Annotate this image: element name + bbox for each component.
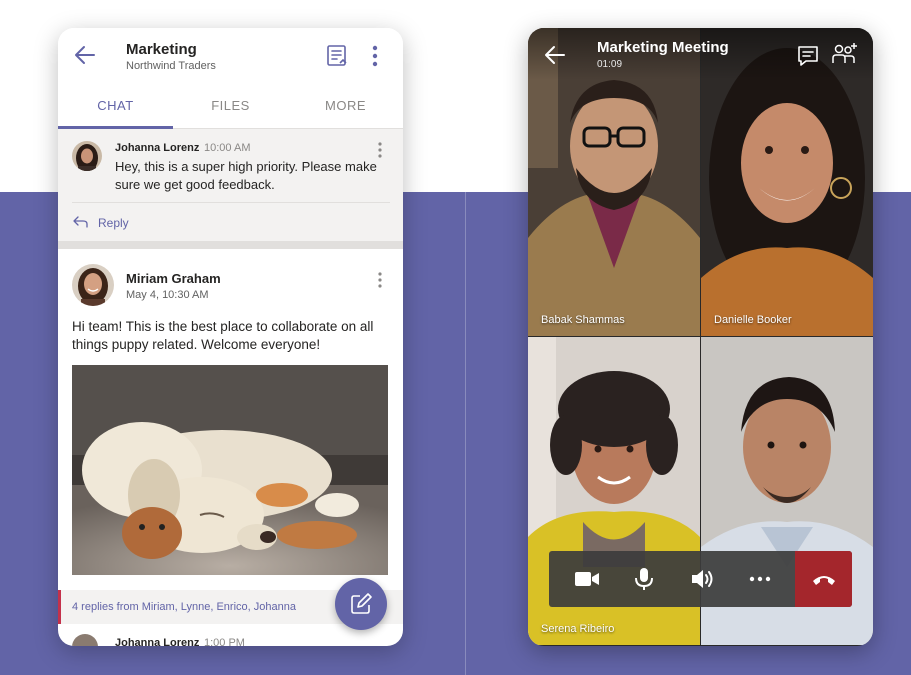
mute-button[interactable] [615, 551, 673, 607]
message-more-icon[interactable] [374, 141, 386, 159]
speaker-button[interactable] [673, 551, 731, 607]
chat-icon[interactable] [796, 44, 820, 68]
hang-up-icon [813, 576, 835, 585]
message-author: Johanna Lorenz [115, 142, 200, 154]
microphone-icon [635, 568, 653, 590]
call-screen: Babak Shammas Danielle Booker Serena Rib… [528, 28, 873, 646]
channel-title: Marketing [126, 41, 197, 58]
reply-button[interactable]: Reply [98, 216, 129, 230]
chat-screen: Marketing Northwind Traders CHAT FILES M… [58, 28, 403, 646]
participant-name: Babak Shammas [541, 314, 625, 326]
video-toggle-button[interactable] [557, 551, 615, 607]
more-options-icon[interactable] [365, 44, 385, 68]
message-card: Johanna Lorenz 10:00 AM Hey, this is a s… [58, 129, 403, 241]
chat-header: Marketing Northwind Traders [58, 28, 403, 82]
compose-button[interactable] [335, 578, 387, 630]
background-divider [465, 192, 466, 675]
thread-separator [58, 241, 403, 249]
participant-name: Danielle Booker [714, 314, 792, 326]
reply-icon[interactable] [72, 215, 88, 229]
add-people-icon[interactable] [831, 41, 859, 67]
back-arrow-icon[interactable] [72, 42, 98, 68]
message-time: 10:00 AM [204, 142, 251, 154]
call-controls [549, 551, 852, 607]
priority-accent [58, 590, 61, 624]
more-icon [749, 576, 771, 582]
avatar[interactable] [72, 634, 98, 646]
speaker-icon [692, 570, 713, 588]
message-text: Hi team! This is the best place to colla… [72, 319, 374, 352]
message-time: May 4, 10:30 AM [126, 289, 209, 301]
back-arrow-icon[interactable] [542, 42, 568, 68]
message-time: 1:00 PM [204, 637, 245, 646]
hang-up-button[interactable] [795, 551, 852, 607]
participant-name: Serena Ribeiro [541, 623, 615, 635]
tab-more[interactable]: MORE [288, 98, 403, 113]
divider [72, 202, 390, 203]
team-subtitle: Northwind Traders [126, 60, 216, 72]
meeting-title: Marketing Meeting [597, 39, 729, 56]
avatar[interactable] [72, 141, 102, 171]
video-icon [575, 572, 599, 586]
meeting-notes-icon[interactable] [325, 44, 349, 68]
tab-chat[interactable]: CHAT [58, 98, 173, 113]
compose-icon [351, 593, 372, 614]
message-more-icon[interactable] [374, 271, 386, 289]
tab-files[interactable]: FILES [173, 98, 288, 113]
chat-tabs: CHAT FILES MORE [58, 86, 403, 129]
replies-summary[interactable]: 4 replies from Miriam, Lynne, Enrico, Jo… [72, 601, 296, 613]
avatar[interactable] [72, 264, 114, 306]
call-timer: 01:09 [597, 59, 623, 70]
message-text: Hey, this is a super high priority. Plea… [115, 159, 377, 192]
call-header: Marketing Meeting 01:09 [528, 28, 873, 80]
more-options-button[interactable] [731, 551, 789, 607]
message-author: Johanna Lorenz [115, 637, 200, 646]
message-author: Miriam Graham [126, 271, 221, 286]
dog-photo[interactable] [72, 365, 388, 575]
